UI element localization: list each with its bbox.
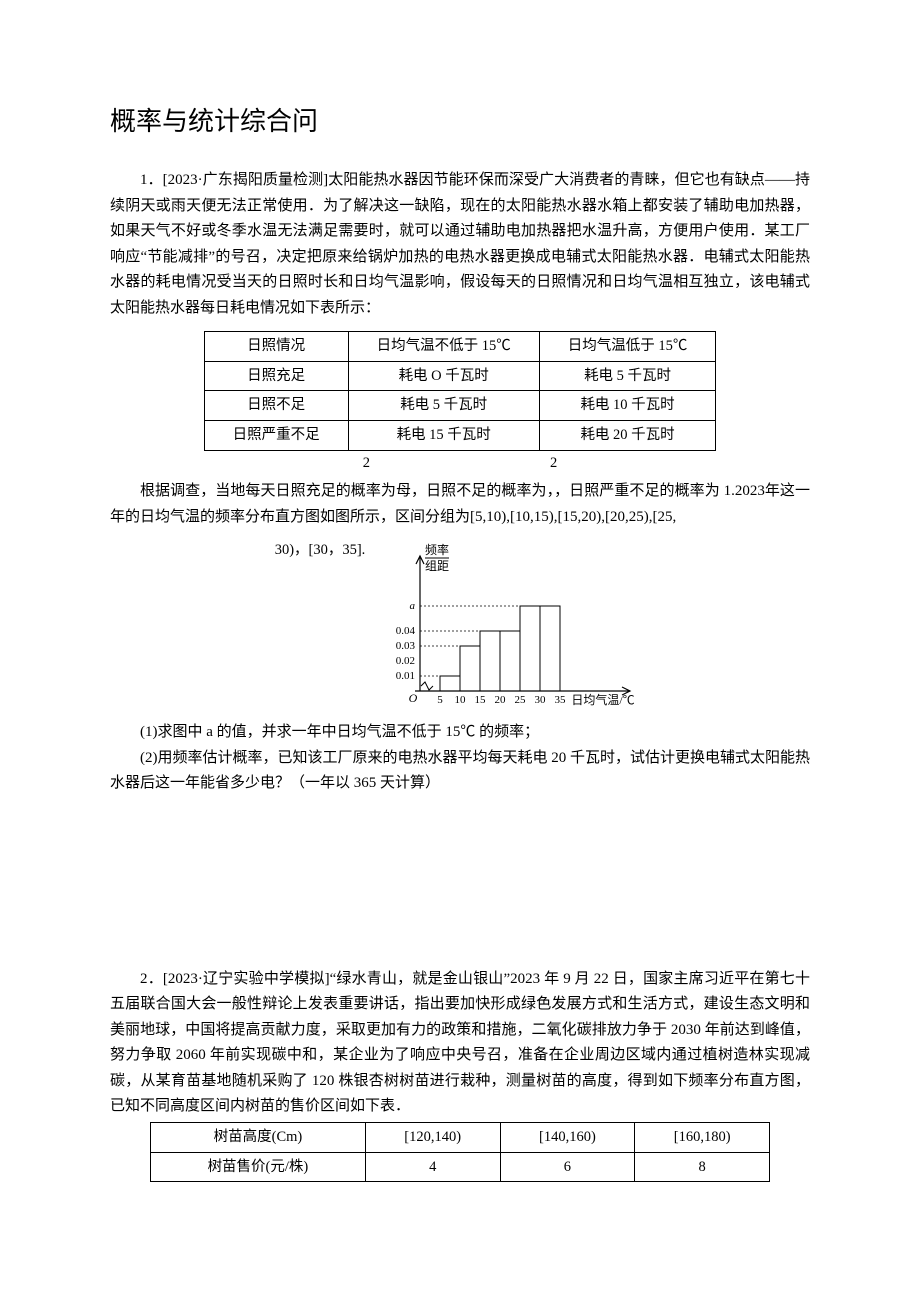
chart-ytick-0.02: 0.02 [396, 655, 415, 667]
q2-table: 树苗高度(Cm) [120,140) [140,160) [160,180) 树… [150, 1122, 770, 1182]
chart-ylabel-bot: 组距 [425, 559, 449, 573]
chart-xtick-5: 5 [438, 694, 444, 706]
q1-t1-r2c1: 耗电 5 千瓦时 [348, 391, 539, 421]
q2-t2-r1c2: 6 [500, 1152, 635, 1182]
q1-chart-caption: 30)，[30，35]. [275, 536, 366, 563]
page-title: 概率与统计综合问 [110, 100, 810, 144]
chart-ytick-a: a [410, 600, 416, 612]
q1-t1-r1c1: 耗电 O 千瓦时 [348, 361, 539, 391]
q1-lead: 1．[2023·广东揭阳质量检测]太阳能热水器因节能环保而深受广大消费者的青睐，… [110, 168, 810, 321]
q2-t2-r1c0: 树苗售价(元/株) [151, 1152, 366, 1182]
table-row: 日照严重不足 耗电 15 千瓦时 耗电 20 千瓦时 [204, 421, 716, 451]
chart-xtick-30: 30 [535, 694, 547, 706]
q2-t2-h2: [140,160) [500, 1122, 635, 1152]
chart-xtick-15: 15 [475, 694, 487, 706]
q2-t2-h3: [160,180) [635, 1122, 770, 1152]
q2-t2-h0: 树苗高度(Cm) [151, 1122, 366, 1152]
q1-table: 日照情况 日均气温不低于 15℃ 日均气温低于 15℃ 日照充足 耗电 O 千瓦… [204, 331, 717, 451]
chart-xtick-25: 25 [515, 694, 527, 706]
table-row: 树苗售价(元/株) 4 6 8 [151, 1152, 770, 1182]
q2-t2-r1c1: 4 [365, 1152, 500, 1182]
chart-xtick-35: 35 [555, 694, 567, 706]
q1-t1-r1c2: 耗电 5 千瓦时 [539, 361, 716, 391]
chart-ylabel-top: 频率 [425, 542, 449, 557]
table-row: 日照情况 日均气温不低于 15℃ 日均气温低于 15℃ [204, 332, 716, 362]
chart-xtick-10: 10 [455, 694, 467, 706]
q2-lead: 2．[2023·辽宁实验中学模拟]“绿水青山，就是金山银山”2023 年 9 月… [110, 967, 810, 1120]
histogram-chart: 0.01 0.02 0.03 0.04 a 频率 组距 O 5 10 15 20… [365, 536, 645, 716]
q1-t1-r2c2: 耗电 10 千瓦时 [539, 391, 716, 421]
chart-ytick-0.03: 0.03 [396, 640, 416, 652]
chart-ytick-0.01: 0.01 [396, 670, 415, 682]
table-row: 日照不足 耗电 5 千瓦时 耗电 10 千瓦时 [204, 391, 716, 421]
q1-two-numbers: 2 2 [110, 451, 810, 476]
q1-two-a: 2 [363, 451, 370, 476]
q1-sub1: (1)求图中 a 的值，并求一年中日均气温不低于 15℃ 的频率； [110, 720, 810, 746]
chart-ytick-0.04: 0.04 [396, 625, 416, 637]
q1-para2: 根据调查，当地每天日照充足的概率为母，日照不足的概率为，，日照严重不足的概率为 … [110, 479, 810, 530]
q2-t2-r1c3: 8 [635, 1152, 770, 1182]
q1-chart-wrap: 30)，[30，35]. [110, 536, 810, 716]
q1-t1-r3c1: 耗电 15 千瓦时 [348, 421, 539, 451]
q1-t1-h1: 日均气温不低于 15℃ [348, 332, 539, 362]
q2-t2-h1: [120,140) [365, 1122, 500, 1152]
chart-origin: O [409, 691, 418, 705]
q1-t1-r3c2: 耗电 20 千瓦时 [539, 421, 716, 451]
table-row: 树苗高度(Cm) [120,140) [140,160) [160,180) [151, 1122, 770, 1152]
chart-xlabel: 日均气温/℃ [572, 692, 635, 707]
q1-t1-r3c0: 日照严重不足 [204, 421, 348, 451]
q1-sub2: (2)用频率估计概率，已知该工厂原来的电热水器平均每天耗电 20 千瓦时，试估计… [110, 746, 810, 797]
q1-t1-r1c0: 日照充足 [204, 361, 348, 391]
q1-two-b: 2 [550, 451, 557, 476]
table-row: 日照充足 耗电 O 千瓦时 耗电 5 千瓦时 [204, 361, 716, 391]
chart-xtick-20: 20 [495, 694, 507, 706]
q1-t1-h2: 日均气温低于 15℃ [539, 332, 716, 362]
q1-t1-h0: 日照情况 [204, 332, 348, 362]
q1-t1-r2c0: 日照不足 [204, 391, 348, 421]
